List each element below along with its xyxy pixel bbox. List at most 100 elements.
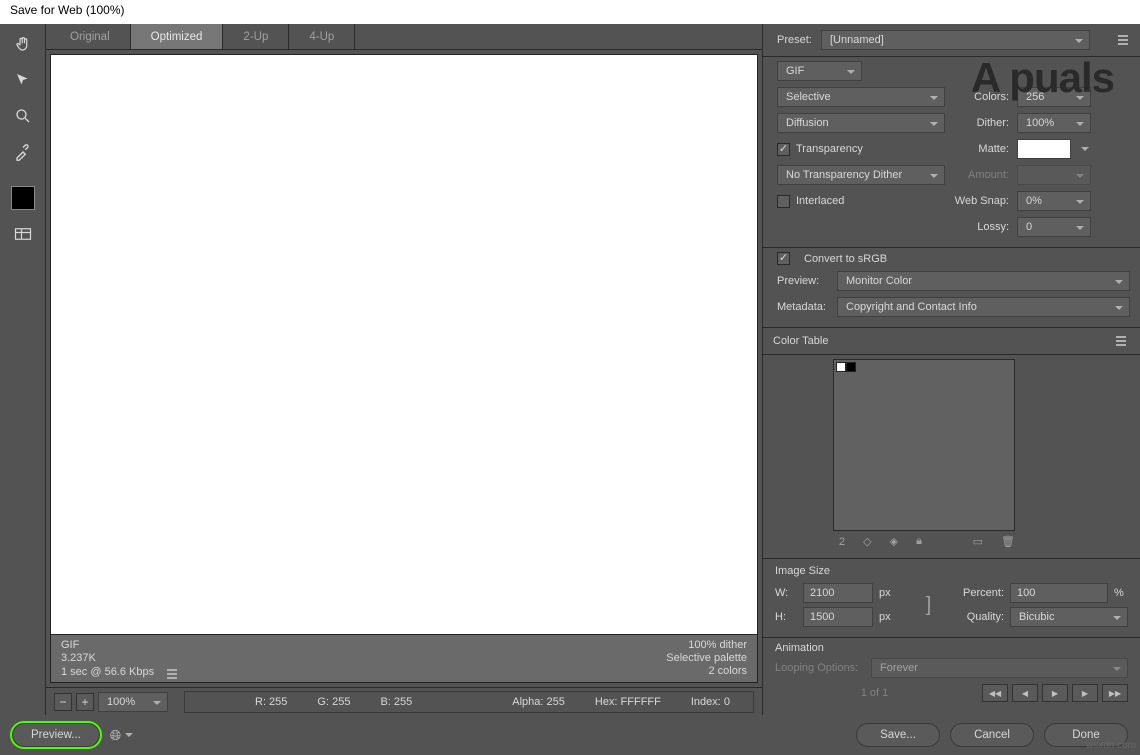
status-alpha: Alpha: 255 <box>512 696 565 708</box>
tab-original[interactable]: Original <box>50 24 131 49</box>
file-type-value: GIF <box>786 65 804 77</box>
ct-lock-icon[interactable]: 🔒︎ <box>916 535 922 548</box>
height-input[interactable]: 1500 <box>803 607 873 627</box>
tool-strip <box>0 24 46 715</box>
matte-dropdown-arrow[interactable] <box>1079 139 1089 159</box>
width-label: W: <box>775 587 797 599</box>
lossy-dropdown[interactable]: 0 <box>1017 217 1091 237</box>
percent-input[interactable]: 100 <box>1010 583 1108 603</box>
done-button[interactable]: Done <box>1044 723 1128 747</box>
preset-menu-icon[interactable] <box>1114 31 1132 49</box>
first-frame-button[interactable]: ◀◀ <box>982 684 1008 702</box>
colors-dropdown[interactable]: 256 <box>1017 87 1091 107</box>
tab-optimized[interactable]: Optimized <box>131 24 224 49</box>
transparency-checkbox[interactable] <box>777 143 790 156</box>
width-input[interactable]: 2100 <box>803 583 873 603</box>
next-frame-button[interactable]: ▶ <box>1072 684 1098 702</box>
zoom-tool-icon[interactable] <box>9 104 37 128</box>
websnap-value: 0% <box>1026 195 1042 207</box>
preview-area: Original Optimized 2-Up 4-Up GIF 3.237K … <box>46 24 762 715</box>
zoom-value: 100% <box>107 696 135 708</box>
preview-canvas[interactable] <box>50 54 758 635</box>
dither-value: 100% <box>1026 117 1054 129</box>
dither-method-dropdown[interactable]: Diffusion <box>777 113 945 133</box>
preset-value: [Unnamed] <box>830 34 884 46</box>
matte-label: Matte: <box>953 143 1009 155</box>
slice-select-tool-icon[interactable] <box>9 68 37 92</box>
color-table-grid[interactable] <box>833 359 1015 531</box>
toggle-slices-icon[interactable] <box>9 222 37 246</box>
metadata-value: Copyright and Contact Info <box>846 301 977 313</box>
color-reduction-value: Selective <box>786 91 831 103</box>
play-button[interactable]: ▶ <box>1042 684 1068 702</box>
download-rate-menu-icon[interactable] <box>163 665 181 683</box>
last-frame-button[interactable]: ▶▶ <box>1102 684 1128 702</box>
zoom-level-dropdown[interactable]: 100% <box>98 692 168 712</box>
matte-swatch[interactable] <box>1017 139 1071 159</box>
frame-nav: ◀◀ ◀ ▶ ▶ ▶▶ <box>982 684 1128 702</box>
color-swatch-black[interactable] <box>846 362 856 372</box>
browser-dropdown-arrow[interactable] <box>123 725 133 745</box>
window-title: Save for Web (100%) <box>10 3 125 17</box>
colors-label: Colors: <box>953 91 1009 103</box>
status-index: Index: 0 <box>691 696 730 708</box>
transparency-dither-dropdown[interactable]: No Transparency Dither <box>777 165 945 185</box>
app-frame: Original Optimized 2-Up 4-Up GIF 3.237K … <box>0 24 1140 755</box>
tab-4up[interactable]: 4-Up <box>289 24 355 49</box>
pixel-info: R: 255 G: 255 B: 255 Alpha: 255 Hex: FFF… <box>184 691 754 713</box>
save-button[interactable]: Save... <box>856 723 940 747</box>
looping-value: Forever <box>880 662 918 674</box>
ct-new-icon[interactable]: ▭ <box>973 535 983 548</box>
height-label: H: <box>775 611 797 623</box>
browser-icon[interactable]: 🌐︎ <box>110 727 121 744</box>
file-type-dropdown[interactable]: GIF <box>777 61 862 81</box>
amount-label: Amount: <box>953 169 1009 181</box>
interlaced-checkbox[interactable] <box>777 195 790 208</box>
info-palette: Selective palette <box>666 652 747 665</box>
info-colors: 2 colors <box>666 665 747 678</box>
window-title-bar: Save for Web (100%) <box>0 0 1140 24</box>
zoom-in-button[interactable]: + <box>76 693 94 711</box>
ct-shift-icon[interactable]: ◈ <box>890 535 898 548</box>
eyedropper-tool-icon[interactable] <box>9 140 37 164</box>
color-table-menu-icon[interactable] <box>1112 332 1130 350</box>
ct-snap-icon[interactable]: ◇ <box>863 535 871 548</box>
zoom-out-button[interactable]: − <box>54 693 72 711</box>
colors-value: 256 <box>1026 91 1044 103</box>
image-size-title: Image Size <box>775 565 1128 577</box>
preset-label: Preset: <box>777 34 821 46</box>
quality-dropdown[interactable]: Bicubic <box>1010 607 1128 627</box>
constrain-proportions-icon[interactable]: ] <box>907 594 950 617</box>
color-swatch-white[interactable] <box>836 362 846 372</box>
ct-delete-icon[interactable]: 🗑︎ <box>1001 535 1015 548</box>
convert-srgb-label: Convert to sRGB <box>804 253 887 265</box>
cancel-button[interactable]: Cancel <box>950 723 1034 747</box>
color-count: 2 <box>833 536 845 548</box>
animation-title: Animation <box>775 642 1128 654</box>
info-filesize: 3.237K <box>61 652 181 665</box>
preview-button[interactable]: Preview... <box>12 723 100 747</box>
dialog-button-bar: Preview... 🌐︎ Save... Cancel Done <box>0 715 1140 755</box>
eyedropper-color-swatch[interactable] <box>11 186 35 210</box>
transparency-dither-value: No Transparency Dither <box>786 169 902 181</box>
dither-value-dropdown[interactable]: 100% <box>1017 113 1091 133</box>
websnap-label: Web Snap: <box>953 195 1009 207</box>
looping-dropdown[interactable]: Forever <box>871 658 1128 678</box>
convert-srgb-checkbox[interactable] <box>777 252 790 265</box>
prev-frame-button[interactable]: ◀ <box>1012 684 1038 702</box>
preview-label: Preview: <box>777 275 829 287</box>
status-r: R: 255 <box>255 696 287 708</box>
width-unit: px <box>879 587 901 599</box>
color-reduction-dropdown[interactable]: Selective <box>777 87 945 107</box>
preview-dropdown[interactable]: Monitor Color <box>837 271 1130 291</box>
view-tabs: Original Optimized 2-Up 4-Up <box>46 24 762 50</box>
tab-2up[interactable]: 2-Up <box>223 24 289 49</box>
hand-tool-icon[interactable] <box>9 32 37 56</box>
websnap-dropdown[interactable]: 0% <box>1017 191 1091 211</box>
metadata-dropdown[interactable]: Copyright and Contact Info <box>837 297 1130 317</box>
percent-unit: % <box>1114 587 1128 599</box>
preset-dropdown[interactable]: [Unnamed] <box>821 30 1090 50</box>
info-format: GIF <box>61 639 181 652</box>
transparency-label: Transparency <box>796 143 863 155</box>
status-hex: Hex: FFFFFF <box>595 696 661 708</box>
